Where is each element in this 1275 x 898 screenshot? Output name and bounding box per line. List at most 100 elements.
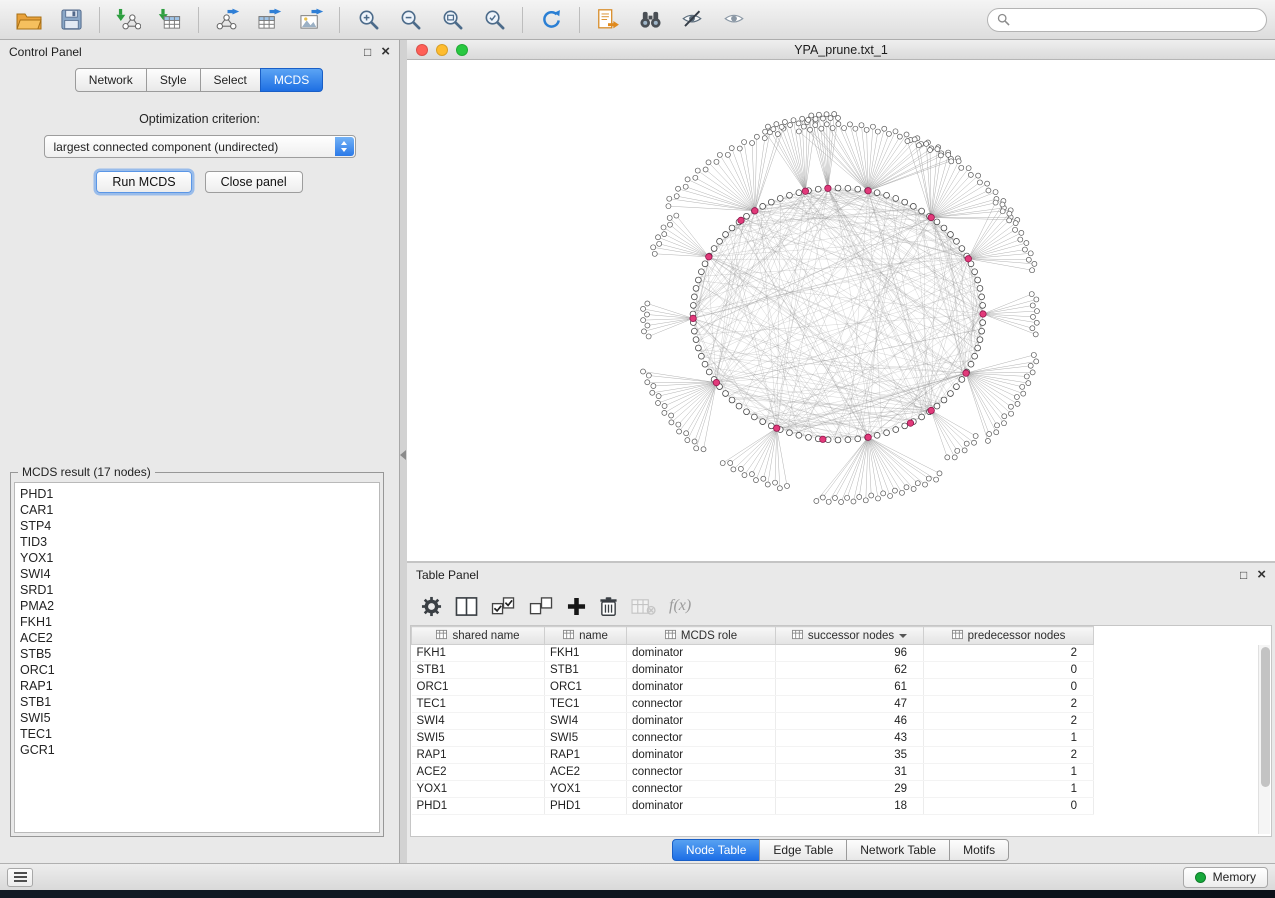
open-file-button[interactable] [8,3,50,37]
column-menu-icon[interactable] [899,634,907,638]
table-row[interactable]: SWI4SWI4dominator462 [412,713,1258,730]
add-column-button[interactable] [567,597,586,616]
tab-select[interactable]: Select [200,68,261,92]
share-document-button[interactable] [587,3,629,37]
result-item[interactable]: GCR1 [20,742,374,758]
result-item[interactable]: STB5 [20,646,374,662]
network-window-titlebar[interactable]: YPA_prune.txt_1 [407,40,1275,60]
splitter-collapse-icon[interactable] [400,450,406,460]
mcds-result-list[interactable]: PHD1CAR1STP4TID3YOX1SWI4SRD1PMA2FKH1ACE2… [14,482,380,833]
tab-network[interactable]: Network [75,68,147,92]
vertical-splitter[interactable] [400,40,407,863]
tab-motifs[interactable]: Motifs [949,839,1009,861]
tab-style[interactable]: Style [146,68,201,92]
table-grid-icon [563,629,574,643]
result-item[interactable]: PMA2 [20,598,374,614]
result-item[interactable]: TID3 [20,534,374,550]
tab-network-table[interactable]: Network Table [846,839,950,861]
float-table-panel-icon[interactable]: □ [1240,569,1247,581]
table-cell: dominator [627,798,776,815]
import-network-icon [116,8,141,31]
close-panel-button[interactable]: Close panel [205,171,303,193]
delete-column-button[interactable] [599,596,618,617]
result-item[interactable]: RAP1 [20,678,374,694]
result-item[interactable]: SWI5 [20,710,374,726]
hide-details-button[interactable] [671,3,713,37]
table-cell: 46 [776,713,924,730]
run-mcds-button[interactable]: Run MCDS [96,171,191,193]
table-row[interactable]: STB1STB1dominator620 [412,662,1258,679]
column-header[interactable]: predecessor nodes [924,627,1094,645]
import-table-button[interactable] [149,3,191,37]
import-network-button[interactable] [107,3,149,37]
result-item[interactable]: ORC1 [20,662,374,678]
table-cell: 0 [924,798,1094,815]
column-header[interactable]: successor nodes [776,627,924,645]
scrollbar-thumb[interactable] [1261,647,1270,787]
close-panel-icon[interactable]: × [381,46,390,58]
search-input[interactable] [1016,13,1257,27]
table-row[interactable]: FKH1FKH1dominator962 [412,645,1258,662]
network-graph[interactable] [407,60,1275,561]
status-menu-button[interactable] [7,868,33,887]
save-session-button[interactable] [50,3,92,37]
table-row[interactable]: PHD1PHD1dominator180 [412,798,1258,815]
deselect-all-button[interactable] [529,596,554,617]
table-row[interactable]: ORC1ORC1dominator610 [412,679,1258,696]
result-item[interactable]: TEC1 [20,726,374,742]
control-panel: Control Panel □ × NetworkStyleSelectMCDS… [0,40,400,863]
export-network-button[interactable] [206,3,248,37]
zoom-out-button[interactable] [389,3,431,37]
table-grid-icon [665,629,676,643]
export-table-button[interactable] [248,3,290,37]
result-item[interactable]: CAR1 [20,502,374,518]
table-row[interactable]: ACE2ACE2connector311 [412,764,1258,781]
eye-icon [722,9,746,30]
table-row[interactable]: SWI5SWI5connector431 [412,730,1258,747]
tab-edge-table[interactable]: Edge Table [759,839,847,861]
criterion-dropdown[interactable]: largest connected component (undirected) [44,135,356,158]
zoom-in-button[interactable] [347,3,389,37]
maximize-window-icon[interactable] [456,44,468,56]
refresh-button[interactable] [530,3,572,37]
tab-node-table[interactable]: Node Table [672,839,761,861]
table-scrollbar[interactable] [1258,645,1270,834]
float-panel-icon[interactable]: □ [364,46,371,58]
close-window-icon[interactable] [416,44,428,56]
zoom-selected-button[interactable] [473,3,515,37]
result-item[interactable]: ACE2 [20,630,374,646]
result-item[interactable]: FKH1 [20,614,374,630]
search-network-button[interactable] [629,3,671,37]
table-row[interactable]: TEC1TEC1connector472 [412,696,1258,713]
toggle-columns-button[interactable] [455,596,478,617]
result-item[interactable]: YOX1 [20,550,374,566]
result-item[interactable]: STB1 [20,694,374,710]
table-panel: Table Panel □ × [407,563,1275,863]
column-header[interactable]: shared name [412,627,545,645]
result-item[interactable]: SWI4 [20,566,374,582]
table-cell: SWI5 [545,730,627,747]
status-bar: Memory [0,863,1275,890]
result-item[interactable]: STP4 [20,518,374,534]
table-row[interactable]: RAP1RAP1dominator352 [412,747,1258,764]
zoom-in-icon [357,8,380,31]
close-table-panel-icon[interactable]: × [1257,569,1266,581]
export-image-button[interactable] [290,3,332,37]
show-details-button[interactable] [713,3,755,37]
minimize-window-icon[interactable] [436,44,448,56]
select-all-icon [491,596,516,617]
table-row[interactable]: YOX1YOX1connector291 [412,781,1258,798]
column-header[interactable]: MCDS role [627,627,776,645]
column-header[interactable]: name [545,627,627,645]
zoom-fit-button[interactable] [431,3,473,37]
result-item[interactable]: SRD1 [20,582,374,598]
refresh-icon [540,8,563,31]
memory-button[interactable]: Memory [1183,867,1268,888]
table-settings-button[interactable] [421,596,442,617]
select-all-button[interactable] [491,596,516,617]
tab-mcds[interactable]: MCDS [260,68,323,92]
network-view-canvas[interactable] [407,60,1275,561]
result-item[interactable]: PHD1 [20,486,374,502]
search-box[interactable] [987,8,1267,32]
table-header-row: shared namenameMCDS rolesuccessor nodesp… [412,627,1258,645]
